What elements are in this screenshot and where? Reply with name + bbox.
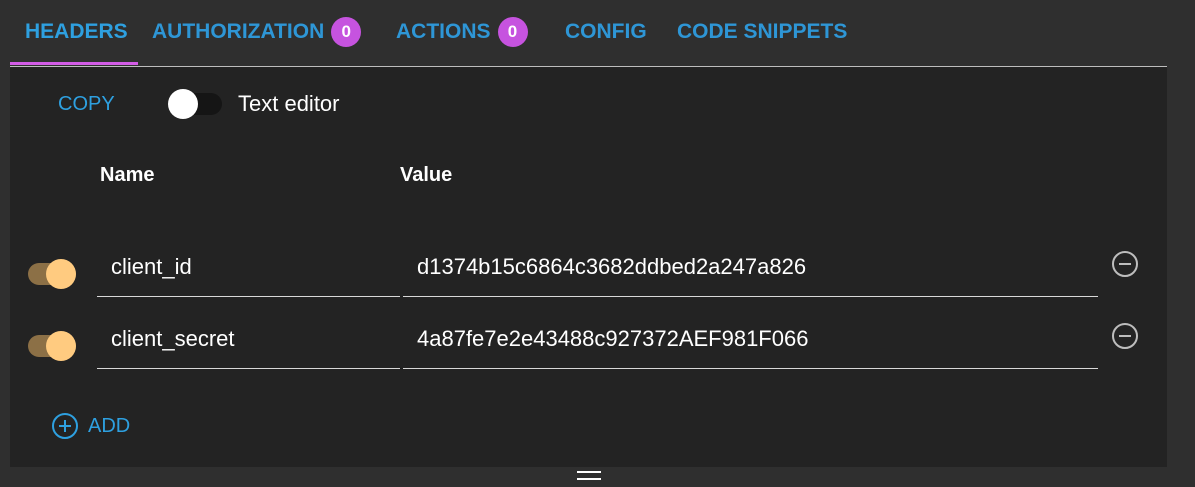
tab-code-snippets[interactable]: CODE SNIPPETS	[677, 0, 847, 64]
text-editor-toggle-thumb	[168, 89, 198, 119]
column-header-name: Name	[100, 164, 155, 186]
tab-actions-count-badge: 0	[497, 17, 528, 47]
header-name-value: client_secret	[111, 325, 235, 351]
header-name-input[interactable]: client_id	[97, 237, 400, 297]
text-editor-label: Text editor	[238, 91, 340, 116]
add-header-button[interactable]: ADD	[52, 413, 130, 439]
resize-handle-line	[577, 471, 601, 473]
tab-authorization[interactable]: AUTHORIZATION 0	[152, 0, 362, 64]
column-header-value: Value	[400, 164, 453, 186]
active-tab-indicator	[10, 62, 138, 65]
header-row-enable-toggle-thumb	[46, 331, 76, 361]
tab-headers-label: HEADERS	[25, 20, 128, 43]
header-row: client_secret 4a87fe7e2e43488c927372AEF9…	[10, 309, 1167, 379]
add-circle-icon	[52, 413, 78, 439]
resize-handle-line	[577, 478, 601, 480]
tab-config-label: CONFIG	[565, 20, 647, 43]
header-value-input[interactable]: d1374b15c6864c3682ddbed2a247a826	[403, 237, 1098, 297]
headers-panel: COPY Text editor Name Value client_id d1…	[10, 67, 1167, 467]
tab-bar: HEADERS AUTHORIZATION 0 ACTIONS 0 CONFIG…	[10, 0, 1167, 67]
resize-handle-icon[interactable]	[577, 471, 601, 483]
header-row: client_id d1374b15c6864c3682ddbed2a247a8…	[10, 237, 1167, 307]
tab-actions[interactable]: ACTIONS 0	[396, 0, 528, 64]
tab-authorization-label: AUTHORIZATION	[152, 20, 325, 43]
header-row-enable-toggle-thumb	[46, 259, 76, 289]
add-header-label: ADD	[88, 414, 131, 437]
tab-code-snippets-label: CODE SNIPPETS	[677, 20, 848, 43]
tab-headers[interactable]: HEADERS	[25, 0, 128, 64]
header-row-enable-toggle[interactable]	[22, 259, 76, 289]
copy-button[interactable]: COPY	[58, 93, 115, 116]
tab-actions-label: ACTIONS	[396, 20, 491, 43]
header-row-enable-toggle[interactable]	[22, 331, 76, 361]
tab-authorization-count-badge: 0	[331, 17, 362, 47]
tab-config[interactable]: CONFIG	[565, 0, 647, 64]
header-value-input[interactable]: 4a87fe7e2e43488c927372AEF981F066	[403, 309, 1098, 369]
header-name-input[interactable]: client_secret	[97, 309, 400, 369]
remove-circle-icon[interactable]	[1112, 251, 1138, 277]
header-name-value: client_id	[111, 253, 192, 279]
header-value-value: 4a87fe7e2e43488c927372AEF981F066	[417, 325, 809, 351]
remove-circle-icon[interactable]	[1112, 323, 1138, 349]
header-value-value: d1374b15c6864c3682ddbed2a247a826	[417, 253, 807, 279]
text-editor-toggle[interactable]	[168, 89, 222, 119]
